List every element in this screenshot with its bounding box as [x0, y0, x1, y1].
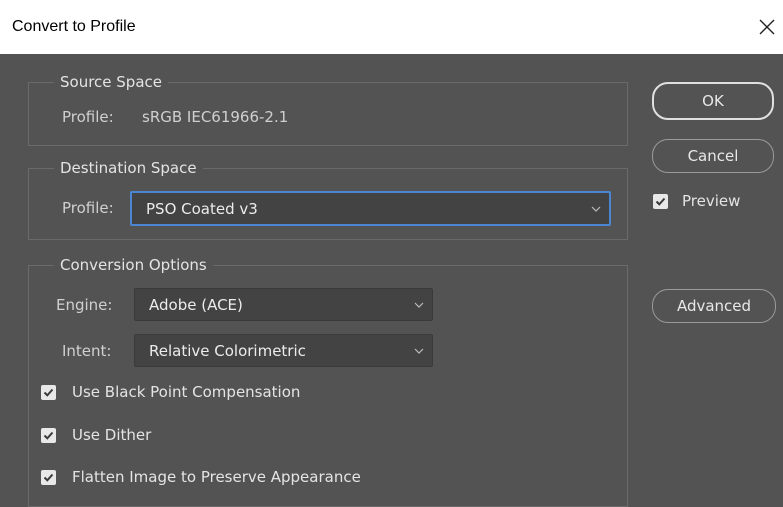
- use-dither-checkbox[interactable]: [41, 428, 56, 443]
- flatten-image-label: Flatten Image to Preserve Appearance: [72, 468, 361, 486]
- use-dither-label: Use Dither: [72, 426, 152, 444]
- source-space-group: [28, 82, 628, 146]
- engine-select[interactable]: Adobe (ACE): [134, 288, 433, 321]
- checkmark-icon: [43, 473, 54, 482]
- source-profile-label: Profile:: [62, 108, 114, 126]
- checkmark-icon: [43, 431, 54, 440]
- destination-profile-label: Profile:: [62, 199, 114, 217]
- intent-select[interactable]: Relative Colorimetric: [134, 334, 433, 367]
- cancel-button[interactable]: Cancel: [652, 139, 774, 173]
- chevron-down-icon: [414, 348, 424, 354]
- source-space-legend: Source Space: [54, 73, 168, 91]
- chevron-down-icon: [414, 302, 424, 308]
- title-bar: Convert to Profile: [0, 0, 783, 54]
- flatten-image-checkbox[interactable]: [41, 470, 56, 485]
- destination-profile-select[interactable]: PSO Coated v3: [130, 191, 611, 226]
- conversion-options-legend: Conversion Options: [54, 256, 213, 274]
- source-profile-value: sRGB IEC61966-2.1: [142, 108, 289, 126]
- checkmark-icon: [655, 197, 666, 206]
- preview-label: Preview: [682, 192, 741, 210]
- advanced-button[interactable]: Advanced: [652, 289, 776, 323]
- close-button[interactable]: [752, 8, 782, 48]
- window-title: Convert to Profile: [12, 18, 136, 35]
- destination-profile-value: PSO Coated v3: [146, 199, 258, 218]
- engine-label: Engine:: [56, 296, 113, 314]
- preview-checkbox[interactable]: [653, 194, 668, 209]
- checkmark-icon: [43, 388, 54, 397]
- black-point-compensation-label: Use Black Point Compensation: [72, 383, 301, 401]
- engine-value: Adobe (ACE): [149, 295, 243, 314]
- close-icon: [759, 19, 775, 35]
- black-point-compensation-checkbox[interactable]: [41, 385, 56, 400]
- destination-space-legend: Destination Space: [54, 159, 203, 177]
- ok-button[interactable]: OK: [652, 82, 774, 120]
- intent-label: Intent:: [62, 342, 112, 360]
- intent-value: Relative Colorimetric: [149, 341, 306, 360]
- chevron-down-icon: [591, 206, 601, 212]
